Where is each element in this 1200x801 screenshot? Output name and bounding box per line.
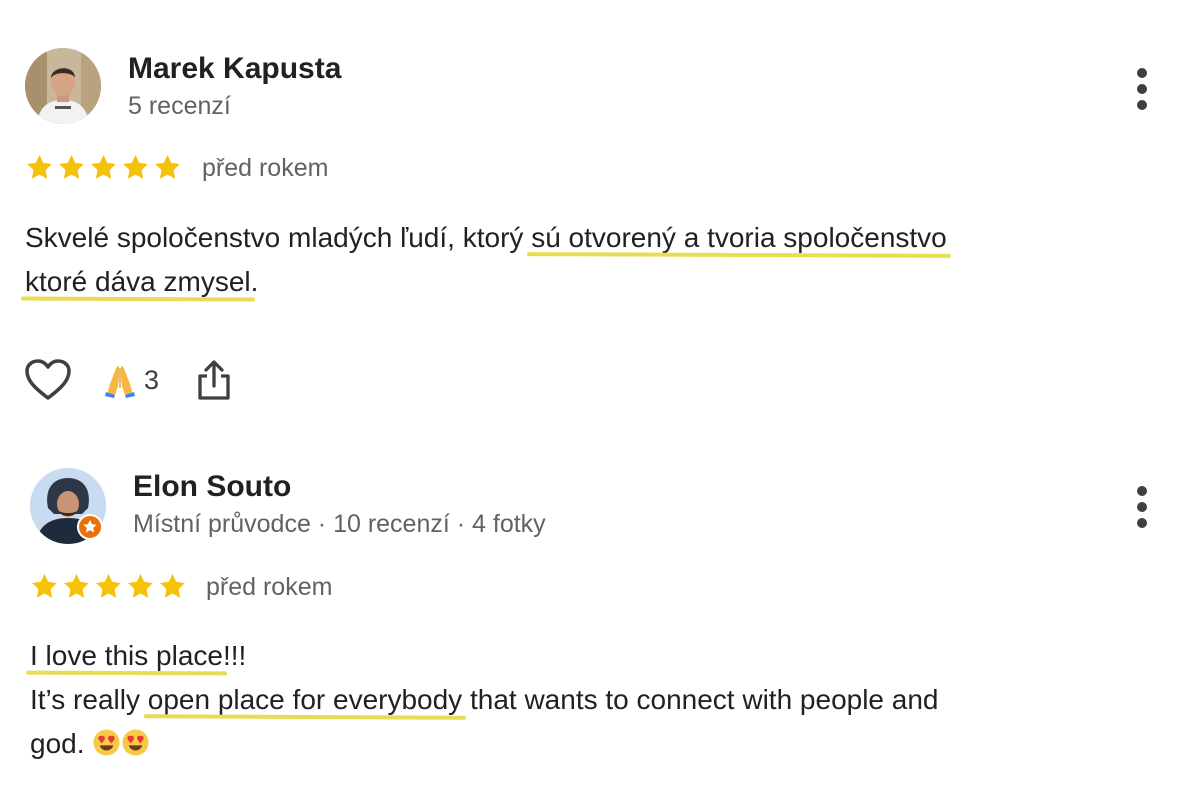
local-guide-badge-icon: [77, 514, 103, 540]
highlighted-text: ktoré dáva zmysel: [25, 266, 251, 297]
star-rating: [25, 153, 182, 182]
reaction-count: 3: [144, 364, 160, 395]
star-icon: [32, 573, 57, 598]
review-card: Elon Souto Místní průvodce · 10 recenzí …: [0, 440, 1200, 801]
review-actions: 3: [24, 358, 233, 402]
review-text: I love this place!!! It’s really open pl…: [30, 634, 939, 766]
review-time: před rokem: [202, 154, 329, 182]
star-icon: [96, 573, 121, 598]
heart-eyes-emoji: [92, 728, 121, 757]
author-meta[interactable]: Místní průvodce · 10 recenzí · 4 fotky: [133, 510, 546, 539]
star-icon: [59, 154, 84, 179]
highlighted-text: open place for everybody: [147, 684, 463, 715]
heart-outline-icon[interactable]: [24, 358, 72, 402]
text-segment: that wants to connect with people and: [462, 684, 939, 715]
text-segment: Skvelé spoločenstvo mladých ľudí, ktorý: [25, 222, 532, 253]
heart-eyes-emoji: [121, 728, 150, 757]
text-segment: !!!: [223, 640, 247, 671]
review-text-line: It’s really open place for everybody tha…: [30, 678, 939, 722]
more-vertical-icon[interactable]: [1130, 482, 1154, 532]
review-text-line: god.: [30, 722, 939, 766]
folded-hands-emoji: [105, 366, 135, 398]
highlighted-text: sú otvorený a tvoria spoločenstvo: [531, 222, 947, 253]
more-vertical-icon[interactable]: [1130, 64, 1154, 114]
text-segment: It’s really: [30, 684, 148, 715]
text-segment: god.: [30, 728, 93, 759]
star-icon: [155, 154, 180, 179]
review-text: Skvelé spoločenstvo mladých ľudí, ktorý …: [25, 216, 947, 304]
avatar[interactable]: [25, 48, 101, 124]
reaction-button[interactable]: 3: [102, 362, 159, 398]
star-icon: [91, 154, 116, 179]
review-text-line: I love this place!!!: [30, 634, 939, 678]
star-icon: [128, 573, 153, 598]
star-icon: [64, 573, 89, 598]
review-text-line: Skvelé spoločenstvo mladých ľudí, ktorý …: [25, 216, 947, 260]
review-time: před rokem: [206, 573, 333, 601]
review-card: Marek Kapusta 5 recenzí před rokem Skvel…: [0, 0, 1200, 440]
text-segment: .: [250, 266, 259, 297]
star-icon: [123, 154, 148, 179]
author-name[interactable]: Marek Kapusta: [128, 52, 341, 86]
review-text-line: ktoré dáva zmysel.: [25, 260, 947, 304]
share-icon[interactable]: [195, 358, 233, 402]
star-rating: [30, 572, 187, 601]
author-name[interactable]: Elon Souto: [133, 470, 291, 504]
star-icon: [27, 154, 52, 179]
highlighted-text: I love this place: [30, 640, 223, 671]
star-icon: [160, 573, 185, 598]
author-meta[interactable]: 5 recenzí: [128, 92, 231, 121]
